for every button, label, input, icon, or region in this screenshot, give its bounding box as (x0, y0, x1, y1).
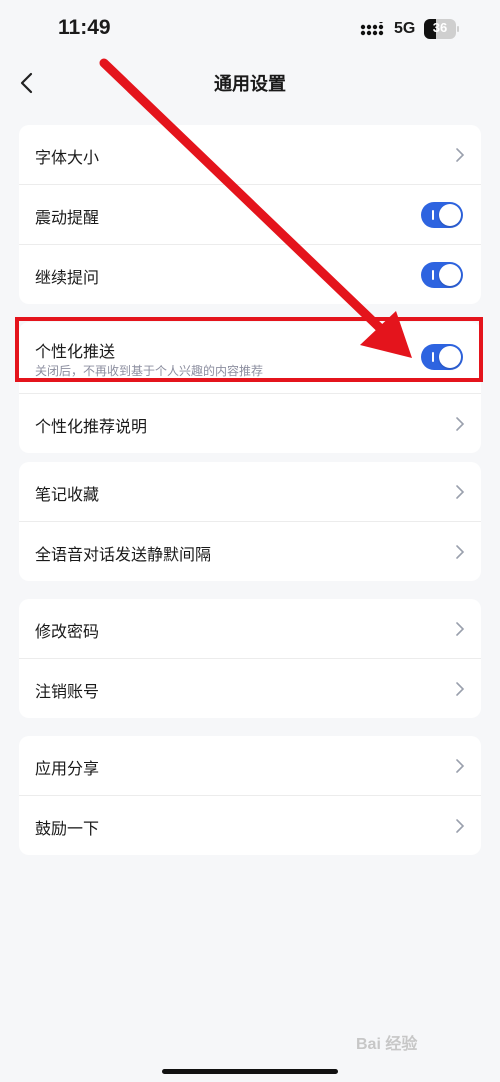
status-time: 11:49 (58, 16, 111, 39)
chevron-right-icon (456, 417, 465, 431)
home-indicator (162, 1069, 338, 1074)
setting-label: 笔记收藏 (35, 485, 100, 504)
setting-label: 鼓励一下 (35, 819, 100, 838)
setting-label: 注销账号 (35, 682, 100, 701)
chevron-right-icon (456, 485, 465, 499)
settings-group-general: 字体大小 震动提醒 继续提问 (19, 125, 481, 304)
setting-continue-asking: 继续提问 (19, 245, 481, 304)
settings-group-notes: 笔记收藏 全语音对话发送静默间隔 (19, 462, 481, 581)
chevron-right-icon (456, 622, 465, 636)
chevron-right-icon (456, 759, 465, 773)
setting-label: 个性化推荐说明 (35, 417, 148, 436)
battery-percentage: 36 (432, 20, 448, 35)
setting-vibration-alert: 震动提醒 (19, 185, 481, 245)
chevron-right-icon (456, 545, 465, 559)
continue-asking-toggle[interactable] (421, 262, 463, 288)
setting-label: 字体大小 (35, 148, 100, 167)
setting-label: 震动提醒 (35, 208, 100, 227)
status-bar: 11:49 5G 36 (0, 0, 500, 60)
setting-change-password[interactable]: 修改密码 (19, 599, 481, 659)
settings-group-share: 应用分享 鼓励一下 (19, 736, 481, 855)
network-type: 5G (394, 20, 416, 37)
setting-encourage[interactable]: 鼓励一下 (19, 796, 481, 855)
setting-app-share[interactable]: 应用分享 (19, 736, 481, 796)
signal-icon (360, 22, 384, 36)
setting-label: 继续提问 (35, 268, 100, 287)
setting-delete-account[interactable]: 注销账号 (19, 659, 481, 718)
page-title: 通用设置 (214, 74, 286, 95)
setting-label: 全语音对话发送静默间隔 (35, 545, 212, 564)
setting-personalization-explanation[interactable]: 个性化推荐说明 (19, 394, 481, 453)
chevron-right-icon (456, 148, 465, 162)
setting-font-size[interactable]: 字体大小 (19, 125, 481, 185)
annotation-highlight-box (15, 317, 483, 382)
battery-icon: 36 (424, 19, 460, 39)
setting-label: 修改密码 (35, 622, 100, 641)
chevron-right-icon (456, 682, 465, 696)
vibration-alert-toggle[interactable] (421, 202, 463, 228)
chevron-right-icon (456, 819, 465, 833)
setting-label: 应用分享 (35, 759, 100, 778)
watermark: Bai 经验 (356, 1036, 418, 1053)
setting-note-collection[interactable]: 笔记收藏 (19, 462, 481, 522)
setting-voice-silence-interval[interactable]: 全语音对话发送静默间隔 (19, 522, 481, 581)
settings-group-account: 修改密码 注销账号 (19, 599, 481, 718)
navigation-bar: 通用设置 (0, 60, 500, 106)
